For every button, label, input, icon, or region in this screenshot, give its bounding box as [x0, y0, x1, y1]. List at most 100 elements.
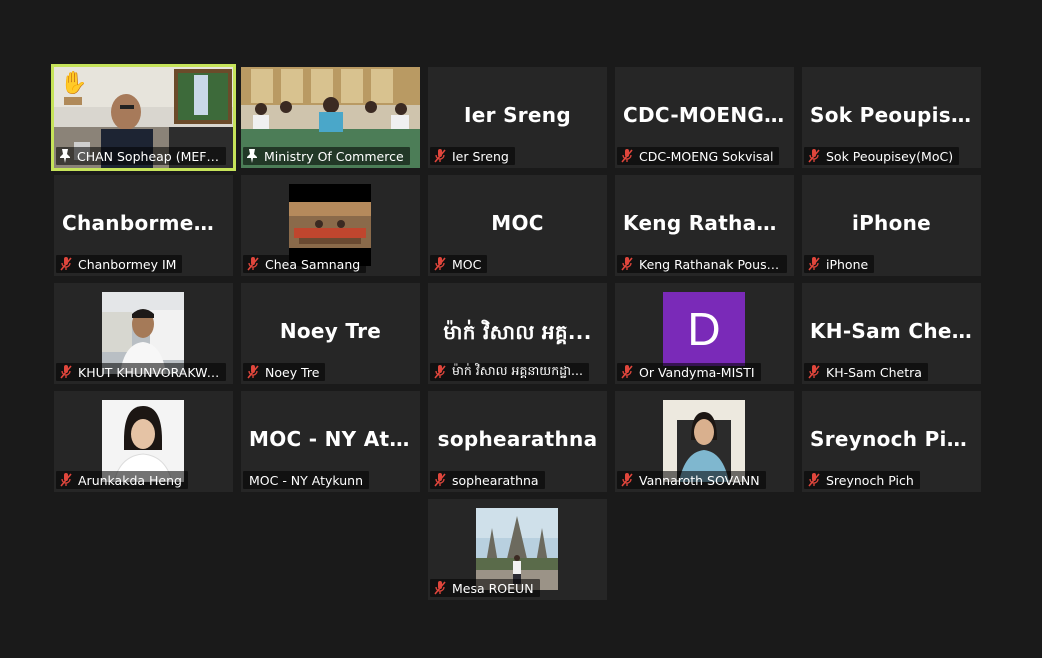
participant-tile-khut-khunvorakwad[interactable]: KHUT KHUNVORAKWAD...: [54, 283, 233, 384]
participant-display-name: iPhone: [851, 211, 932, 235]
participant-name: KH-Sam Chetra: [826, 364, 922, 380]
participant-name: CDC-MOENG Sokvisal: [639, 148, 774, 164]
participant-tile-ier-sreng[interactable]: Ier Sreng Ier Sreng: [428, 67, 607, 168]
participant-name: KHUT KHUNVORAKWAD...: [78, 364, 220, 380]
participant-tile-kh-sam-chetra[interactable]: KH-Sam Chetra KH-Sam Chetra: [802, 283, 981, 384]
participant-label: Chea Samnang: [243, 255, 367, 273]
participant-name: Ier Sreng: [452, 148, 509, 164]
participant-label: sophearathna: [430, 471, 545, 489]
participant-display-name: Keng Rathanak...: [623, 211, 794, 235]
microphone-slash-icon: [808, 257, 820, 271]
participant-tile-moc-ny-atykunn[interactable]: MOC - NY Atyk... MOC - NY Atykunn: [241, 391, 420, 492]
microphone-slash-icon: [434, 581, 446, 595]
microphone-slash-icon: [808, 149, 820, 163]
participant-label: Ier Sreng: [430, 147, 515, 165]
participant-tile-or-vandyma[interactable]: D Or Vandyma-MISTI: [615, 283, 794, 384]
participant-label: MOC - NY Atykunn: [243, 471, 370, 489]
participant-label: Chanbormey IM: [56, 255, 183, 273]
profile-picture: [289, 184, 371, 266]
participant-display-name: Sok Peoupisey(...: [810, 103, 981, 127]
participant-label: iPhone: [804, 255, 875, 273]
participant-name: Vannaroth SOVANN: [639, 472, 760, 488]
participant-tile-mesa-roeun[interactable]: Mesa ROEUN: [428, 499, 607, 600]
participant-display-name: Ier Sreng: [464, 103, 571, 127]
participant-label: Keng Rathanak Pousak: [617, 255, 787, 273]
participant-display-name: KH-Sam Chetra: [810, 319, 981, 343]
participant-label: Noey Tre: [243, 363, 326, 381]
participant-tile-sok-peoupisey[interactable]: Sok Peoupisey(... Sok Peoupisey(MoC): [802, 67, 981, 168]
participant-tile-chan-sopheap[interactable]: ✋ CHAN Sopheap (MEF) - ...: [51, 64, 236, 171]
profile-picture: [663, 400, 745, 482]
participant-name: Sreynoch Pich: [826, 472, 914, 488]
participant-label: Sok Peoupisey(MoC): [804, 147, 960, 165]
profile-picture: [476, 508, 558, 590]
participant-tile-arunkakda-heng[interactable]: Arunkakda Heng: [54, 391, 233, 492]
microphone-slash-icon: [621, 257, 633, 271]
avatar-letter: D: [687, 303, 721, 355]
participant-name: Chanbormey IM: [78, 256, 177, 272]
participant-label: MOC: [430, 255, 488, 273]
participant-name: Chea Samnang: [265, 256, 361, 272]
participant-name: Ministry Of Commerce: [264, 148, 404, 164]
participant-display-name: CDC-MOENG S...: [623, 103, 794, 127]
microphone-slash-icon: [60, 473, 72, 487]
participant-label: CHAN Sopheap (MEF) - ...: [56, 147, 226, 165]
microphone-slash-icon: [247, 257, 259, 271]
participant-label: Mesa ROEUN: [430, 579, 540, 597]
microphone-slash-icon: [434, 257, 446, 271]
participant-name: Mesa ROEUN: [452, 580, 534, 596]
participant-tile-ministry-of-commerce[interactable]: Ministry Of Commerce: [241, 67, 420, 168]
participant-label: CDC-MOENG Sokvisal: [617, 147, 780, 165]
participant-label: Or Vandyma-MISTI: [617, 363, 761, 381]
participant-tile-moc[interactable]: MOC MOC: [428, 175, 607, 276]
microphone-slash-icon: [621, 365, 633, 379]
participant-display-name: MOC - NY Atyk...: [249, 427, 420, 451]
profile-picture: [102, 292, 184, 374]
pin-icon: [60, 149, 70, 163]
participant-label: Ministry Of Commerce: [243, 147, 410, 165]
participant-tile-vannaroth-sovann[interactable]: Vannaroth SOVANN: [615, 391, 794, 492]
participant-tile-sreynoch-pich[interactable]: Sreynoch Pich Sreynoch Pich: [802, 391, 981, 492]
participant-name: ម៉ាក់ វិសាល អគ្គនាយកដ្ឋា...: [452, 362, 583, 378]
microphone-slash-icon: [60, 257, 72, 271]
participant-name: Or Vandyma-MISTI: [639, 364, 755, 380]
participant-tile-mak-visal[interactable]: ម៉ាក់ វិសាល អគ្គ... ម៉ាក់ វិសាល អគ្គនាយក…: [428, 283, 607, 384]
participant-tile-cdc-moeng-sokvisal[interactable]: CDC-MOENG S... CDC-MOENG Sokvisal: [615, 67, 794, 168]
participant-label: KHUT KHUNVORAKWAD...: [56, 363, 226, 381]
participant-tile-sophearathna[interactable]: sophearathna sophearathna: [428, 391, 607, 492]
avatar: D: [663, 292, 745, 366]
participant-name: MOC - NY Atykunn: [249, 472, 364, 488]
participant-display-name: Noey Tre: [279, 319, 382, 343]
microphone-slash-icon: [247, 365, 259, 379]
microphone-slash-icon: [621, 473, 633, 487]
participant-tile-keng-rathanak[interactable]: Keng Rathanak... Keng Rathanak Pousak: [615, 175, 794, 276]
microphone-slash-icon: [434, 149, 446, 163]
participant-label: KH-Sam Chetra: [804, 363, 928, 381]
participant-label: Vannaroth SOVANN: [617, 471, 766, 489]
microphone-slash-icon: [60, 365, 72, 379]
microphone-slash-icon: [621, 149, 633, 163]
pin-icon: [247, 149, 257, 163]
participant-tile-chea-samnang[interactable]: Chea Samnang: [241, 175, 420, 276]
profile-picture: [102, 400, 184, 482]
participant-display-name: ម៉ាក់ វិសាល អគ្គ...: [443, 320, 592, 344]
microphone-slash-icon: [808, 365, 820, 379]
participant-label: Arunkakda Heng: [56, 471, 188, 489]
participant-tile-chanbormey-im[interactable]: Chanbormey IM Chanbormey IM: [54, 175, 233, 276]
microphone-slash-icon: [434, 473, 446, 487]
raised-hand-icon: ✋: [60, 71, 88, 96]
participant-display-name: Sreynoch Pich: [810, 427, 974, 451]
participant-display-name: MOC: [491, 211, 544, 235]
participant-tile-iphone[interactable]: iPhone iPhone: [802, 175, 981, 276]
microphone-slash-icon: [808, 473, 820, 487]
participant-display-name: sophearathna: [437, 427, 598, 451]
participant-name: Arunkakda Heng: [78, 472, 182, 488]
participant-tile-noey-tre[interactable]: Noey Tre Noey Tre: [241, 283, 420, 384]
participant-name: sophearathna: [452, 472, 539, 488]
participant-display-name: Chanbormey IM: [62, 211, 233, 235]
microphone-slash-icon: [434, 365, 446, 379]
participant-name: iPhone: [826, 256, 869, 272]
participant-name: CHAN Sopheap (MEF) - ...: [77, 148, 220, 164]
participant-label: ម៉ាក់ វិសាល អគ្គនាយកដ្ឋា...: [430, 363, 589, 381]
participant-name: MOC: [452, 256, 482, 272]
